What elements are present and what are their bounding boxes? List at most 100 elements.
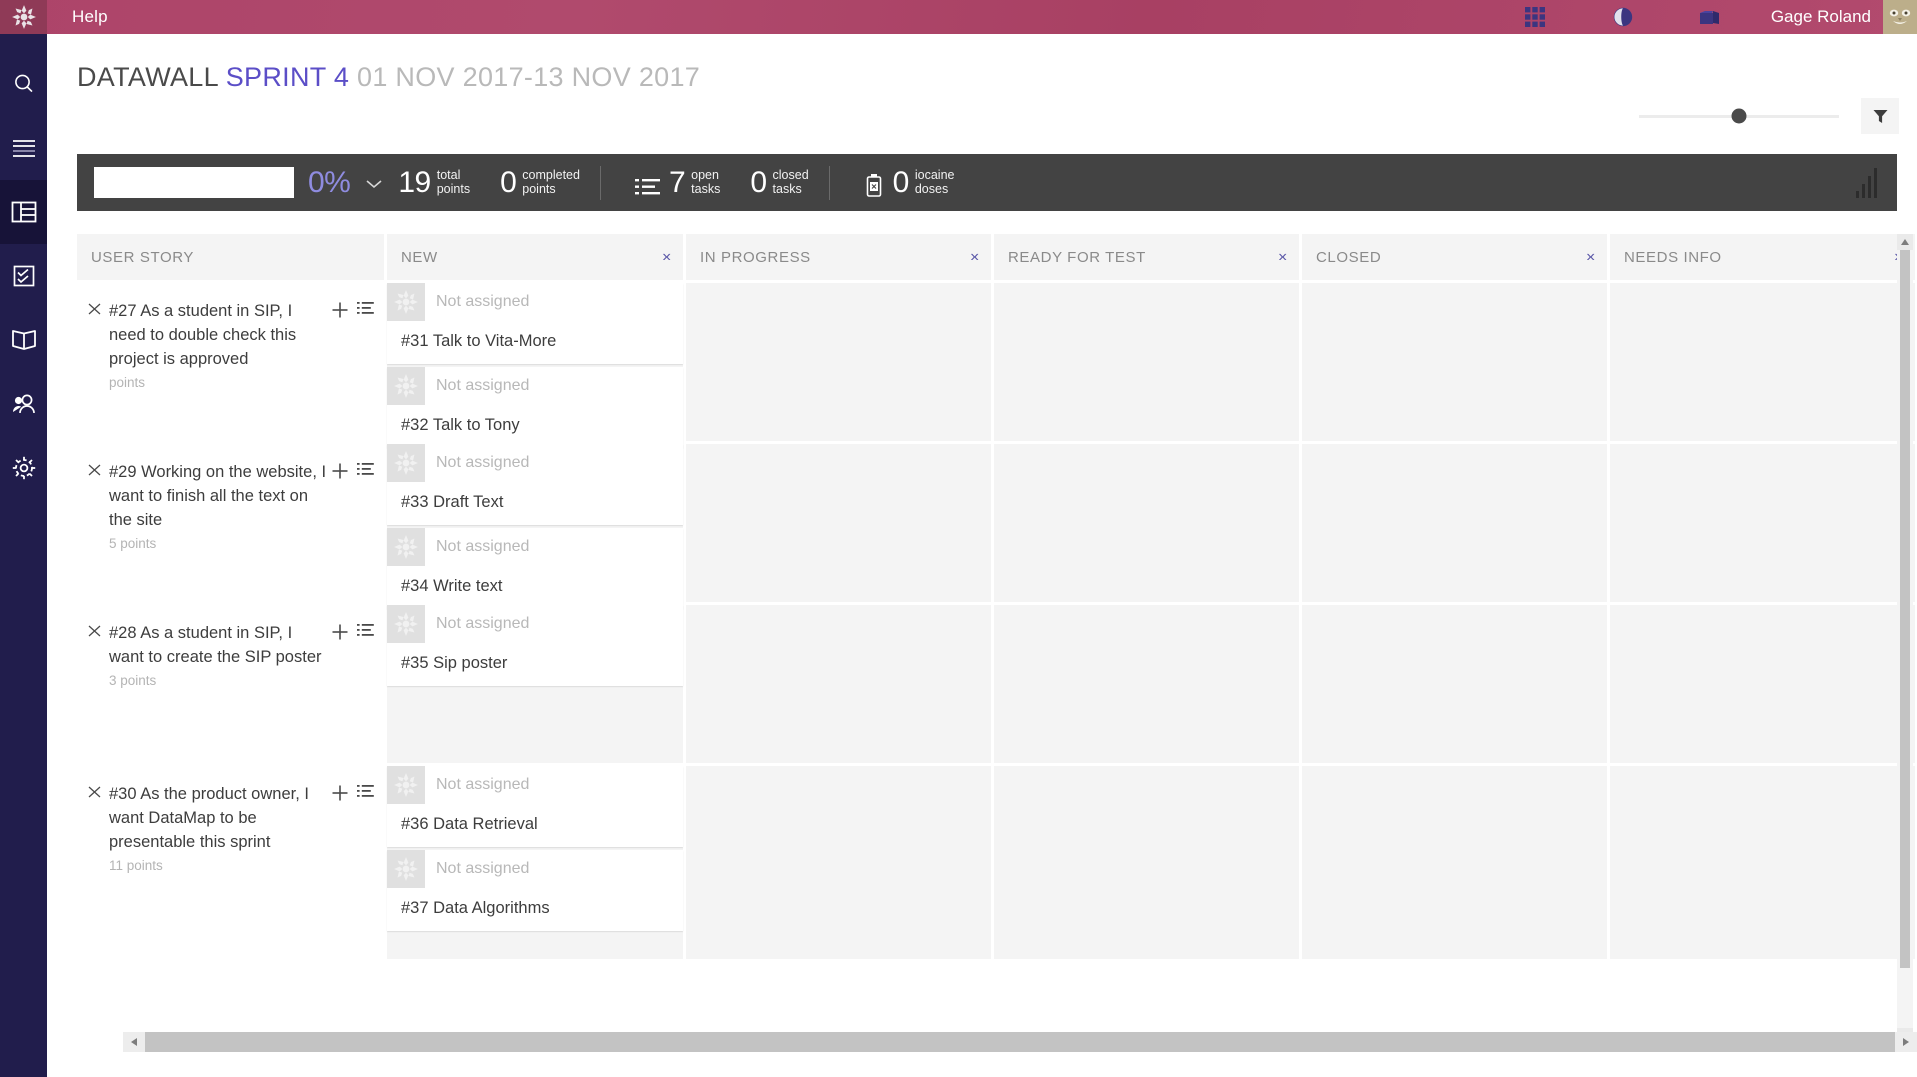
story-title[interactable]: #28 As a student in SIP, I want to creat… <box>109 621 331 669</box>
sidebar-item-settings[interactable] <box>0 436 47 500</box>
sidebar-item-backlog[interactable] <box>0 116 47 180</box>
task-card[interactable]: Not assigned #31 Talk to Vita-More <box>387 283 683 364</box>
zoom-slider[interactable] <box>1639 106 1839 126</box>
task-title: #32 Talk to Tony <box>401 416 520 434</box>
zoom-slider-track[interactable] <box>1639 108 1839 124</box>
lane-cell-new[interactable]: Not assigned #36 Data Retrieval Not assign… <box>387 766 683 959</box>
column-header-needs-info: NEEDS INFO›‹ <box>1610 234 1915 280</box>
lane-cell-new[interactable]: Not assigned #33 Draft Text Not assigned #3… <box>387 444 683 609</box>
user-story-cell: #29 Working on the website, I want to fi… <box>77 444 384 602</box>
stat-label: iocaine doses <box>915 168 955 196</box>
lane-cell-needs-info[interactable] <box>1610 605 1915 763</box>
apps-grid-icon[interactable] <box>1505 0 1565 34</box>
scroll-up-arrow[interactable] <box>1897 234 1913 250</box>
story-points: 11 points <box>109 858 163 873</box>
main-content: DATAWALL SPRINT 4 01 NOV 2017-13 NOV 201… <box>47 34 1917 1077</box>
lane-cell-new[interactable]: Not assigned #31 Talk to Vita-More Not ass… <box>387 283 683 448</box>
lane-cell-in-progress[interactable] <box>686 444 991 602</box>
column-collapse-icon[interactable]: ›‹ <box>970 248 979 266</box>
globe-icon[interactable] <box>1593 0 1653 34</box>
zoom-slider-handle[interactable] <box>1731 108 1747 124</box>
task-card[interactable]: Not assigned #32 Talk to Tony <box>387 367 683 448</box>
column-title: NEEDS INFO <box>1624 248 1722 266</box>
filter-funnel-icon <box>1873 109 1887 123</box>
lane-cell-closed[interactable] <box>1302 444 1607 602</box>
story-title[interactable]: #27 As a student in SIP, I need to doubl… <box>109 299 331 371</box>
task-avatar-placeholder <box>387 605 425 643</box>
story-task-list-icon[interactable] <box>357 784 374 804</box>
lane-cell-needs-info[interactable] <box>1610 444 1915 602</box>
filter-button[interactable] <box>1861 98 1899 134</box>
top-bar-icon-group <box>1505 0 1741 34</box>
sprint-progress-bar[interactable] <box>94 167 294 198</box>
lane-cell-new[interactable]: Not assigned #35 Sip poster <box>387 605 683 763</box>
scroll-right-arrow[interactable] <box>1895 1032 1917 1052</box>
story-task-list-icon[interactable] <box>357 462 374 482</box>
story-collapse-icon[interactable] <box>87 782 109 873</box>
add-task-icon[interactable] <box>331 462 349 485</box>
task-card[interactable]: Not assigned #36 Data Retrieval <box>387 766 683 847</box>
stat-label: closed tasks <box>773 168 809 196</box>
sidebar-item-board[interactable] <box>0 180 47 244</box>
sidebar-item-wiki[interactable] <box>0 308 47 372</box>
sidebar-item-team[interactable] <box>0 372 47 436</box>
story-title[interactable]: #29 Working on the website, I want to fi… <box>109 460 331 532</box>
stat-label-line2: tasks <box>691 181 721 196</box>
lane-cell-ready-for-test[interactable] <box>994 605 1299 763</box>
left-sidebar <box>0 34 47 1077</box>
user-name-label[interactable]: Gage Roland <box>1771 7 1871 27</box>
lane-cell-ready-for-test[interactable] <box>994 766 1299 959</box>
column-collapse-icon[interactable]: ›‹ <box>662 248 671 266</box>
task-avatar-placeholder <box>387 283 425 321</box>
lane-cell-in-progress[interactable] <box>686 283 991 441</box>
task-avatar-placeholder <box>387 367 425 405</box>
stat-label-line1: closed <box>772 167 809 182</box>
task-card[interactable]: Not assigned #33 Draft Text <box>387 444 683 525</box>
story-title[interactable]: #30 As the product owner, I want DataMap… <box>109 782 331 854</box>
column-collapse-icon[interactable]: ›‹ <box>1278 248 1287 266</box>
story-collapse-icon[interactable] <box>87 460 109 551</box>
board-horizontal-scrollbar[interactable] <box>123 1032 1917 1052</box>
stat-label-line1: completed <box>522 167 580 182</box>
briefcase-icon[interactable] <box>1681 0 1741 34</box>
add-task-icon[interactable] <box>331 301 349 324</box>
board-vertical-scrollbar[interactable] <box>1897 234 1913 1044</box>
lane-cell-closed[interactable] <box>1302 605 1607 763</box>
sprint-dates: 01 NOV 2017-13 NOV 2017 <box>357 62 701 92</box>
lane-cell-needs-info[interactable] <box>1610 283 1915 441</box>
lane-cell-needs-info[interactable] <box>1610 766 1915 959</box>
sidebar-item-search[interactable] <box>0 52 47 116</box>
help-link[interactable]: Help <box>72 7 108 27</box>
board-lane: #30 As the product owner, I want DataMap… <box>77 766 1917 959</box>
lane-cell-closed[interactable] <box>1302 283 1607 441</box>
lane-cell-closed[interactable] <box>1302 766 1607 959</box>
story-task-list-icon[interactable] <box>357 623 374 643</box>
avatar[interactable] <box>1883 0 1917 34</box>
search-icon <box>14 74 33 93</box>
stat-value: 7 <box>668 165 686 199</box>
lane-cell-ready-for-test[interactable] <box>994 283 1299 441</box>
task-card[interactable]: Not assigned #34 Write text <box>387 528 683 609</box>
scroll-left-arrow[interactable] <box>123 1032 145 1052</box>
app-logo[interactable] <box>0 0 47 34</box>
sidebar-item-issues[interactable] <box>0 244 47 308</box>
lane-cell-in-progress[interactable] <box>686 766 991 959</box>
stat-value: 0 <box>750 165 767 199</box>
kanban-board-icon <box>11 201 36 223</box>
task-card[interactable]: Not assigned #35 Sip poster <box>387 605 683 686</box>
bar-chart-icon[interactable] <box>1856 167 1877 198</box>
story-task-list-icon[interactable] <box>357 301 374 321</box>
story-actions <box>331 782 374 873</box>
story-collapse-icon[interactable] <box>87 299 109 390</box>
story-collapse-icon[interactable] <box>87 621 109 688</box>
horizontal-scroll-thumb[interactable] <box>145 1032 1895 1052</box>
add-task-icon[interactable] <box>331 623 349 646</box>
column-title: IN PROGRESS <box>700 248 811 266</box>
add-task-icon[interactable] <box>331 784 349 807</box>
lane-cell-in-progress[interactable] <box>686 605 991 763</box>
vertical-scroll-thumb[interactable] <box>1900 250 1910 968</box>
chevron-down-icon[interactable] <box>364 176 384 190</box>
task-card[interactable]: Not assigned #37 Data Algorithms <box>387 850 683 931</box>
column-collapse-icon[interactable]: ›‹ <box>1586 248 1595 266</box>
lane-cell-ready-for-test[interactable] <box>994 444 1299 602</box>
